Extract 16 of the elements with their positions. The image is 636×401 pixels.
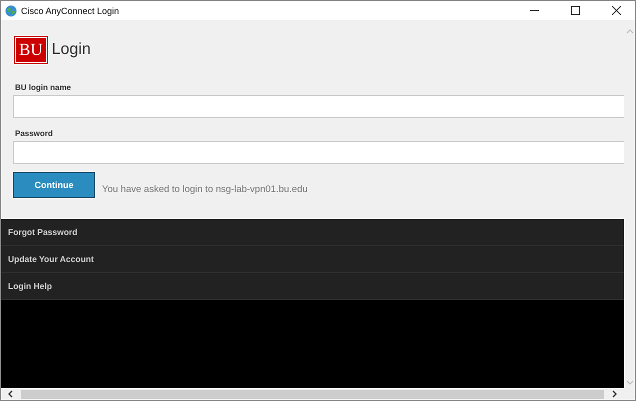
close-button[interactable] [612, 6, 621, 15]
logo: BU [15, 37, 47, 63]
info-message: You have asked to login to nsg-lab-vpn01.bu.edu [102, 184, 308, 194]
menu-link[interactable]: Update Your Account [1, 246, 624, 273]
page-title: Login [52, 41, 91, 59]
menu-link[interactable]: Forgot Password [1, 219, 624, 246]
field-label: BU login name [15, 83, 72, 92]
scroll-left-icon[interactable] [7, 390, 15, 398]
scroll-right-icon[interactable] [610, 390, 618, 398]
field-label: Password [15, 129, 54, 138]
window-title: Cisco AnyConnect Login [21, 6, 120, 16]
globe-icon [5, 4, 17, 16]
maximize-button[interactable] [571, 6, 580, 15]
scroll-down-icon[interactable] [626, 378, 634, 386]
continue-button[interactable]: Continue [13, 172, 95, 198]
scroll-up-icon[interactable] [626, 28, 634, 36]
